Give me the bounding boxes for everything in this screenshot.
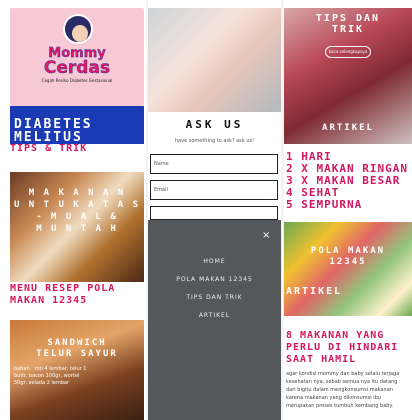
avatar [63, 14, 93, 44]
food-1-overlay-line4: M U N T A H [36, 224, 118, 234]
tips-title-line1: TIPS DAN [315, 13, 381, 24]
article-body: agar kondisi mommy dan baby selalu terja… [286, 370, 410, 410]
article-headline-line3: SAAT HAMIL [286, 354, 357, 365]
article-headline-line2: PERLU DI HINDARI [286, 342, 399, 353]
article-headline-line1: 8 MAKANAN YANG [286, 330, 385, 341]
article-body-line2: kesehatan nya, sebab semua nya itu datan… [286, 379, 398, 385]
article-body-line3: dari bigitu dalam mengkonsumsi makanan [286, 387, 393, 393]
food-1-caption-line2: MAKAN 12345 [10, 295, 88, 306]
menu-item-tips[interactable]: TIPS DAN TRIK [148, 294, 281, 301]
hand-image [148, 8, 281, 112]
name-placeholder: Name [154, 161, 169, 167]
meal-list-item-5: 5 SEMPURNA [286, 198, 363, 211]
veg-title-line1: POLA MAKAN [310, 246, 386, 256]
read-more-button[interactable]: baca selengkapnya [325, 46, 371, 58]
food-1-caption[interactable]: MENU RESEP POLA MAKAN 12345 [10, 283, 115, 307]
logo-card[interactable]: Mommy Cerdas Cegah Resiko Diabetes Gesta… [10, 8, 144, 106]
food-1-overlay-line1: M A K A N A N [28, 188, 126, 198]
food-1-overlay-line2: U N T U K A T A S [13, 200, 141, 210]
food-2-overlay-line1: SANDWICH [47, 338, 107, 348]
food-1-caption-line1: MENU RESEP POLA [10, 283, 116, 294]
artikel-label-2[interactable]: ARTIKEL [286, 286, 342, 297]
ask-title: ASK US [185, 118, 244, 131]
email-field[interactable]: Email [150, 180, 278, 200]
tips-title: TIPS DAN TRIK [284, 13, 412, 35]
article-body-line4: karena makanan yang dikonsumsi ibu [286, 395, 381, 401]
logo-tagline: Cegah Resiko Diabetes Gestasional [41, 78, 113, 83]
name-field[interactable]: Name [150, 154, 278, 174]
article-body-line1: agar kondisi mommy dan baby selalu terja… [286, 371, 400, 377]
banner-title: DIABETES MELITUS [14, 118, 93, 144]
message-field[interactable] [150, 206, 278, 220]
article-headline[interactable]: 8 MAKANAN YANG PERLU DI HINDARI SAAT HAM… [286, 330, 410, 366]
section-label-tips[interactable]: TIPS & TRIK [10, 143, 87, 154]
email-placeholder: Email [154, 187, 168, 193]
food-2-text-3: 50gr, selada 2 lembar [14, 380, 70, 386]
ask-subtitle: have something to ask? ask us! [174, 138, 255, 144]
food-2-text-1: bahan : roti 4 lembar, telur 1 [14, 366, 87, 372]
menu-item-home[interactable]: HOME [148, 258, 281, 265]
vegetable-image[interactable] [284, 222, 412, 316]
veg-title-line2: 12345 [329, 257, 367, 267]
food-2-text-2: butir, bacon 100gr, wortel [14, 373, 80, 379]
nav-menu-panel [148, 220, 281, 420]
food-1-overlay-line3: - M U A L & [36, 212, 118, 222]
avatar-face [72, 25, 88, 42]
food-2-overlay-line2: TELUR SAYUR [36, 349, 118, 359]
article-body-line5: merupakan proses tumbuh kembang baby. [286, 403, 394, 409]
veg-title: POLA MAKAN 12345 [284, 246, 412, 268]
artikel-label-1[interactable]: ARTIKEL [284, 123, 412, 133]
menu-item-artikel[interactable]: ARTIKEL [148, 312, 281, 319]
close-icon[interactable]: × [262, 230, 270, 241]
logo-title-line2: Cerdas [43, 58, 111, 78]
tips-title-line2: TRIK [331, 24, 365, 35]
menu-item-pola-makan[interactable]: POLA MAKAN 12345 [148, 276, 281, 283]
